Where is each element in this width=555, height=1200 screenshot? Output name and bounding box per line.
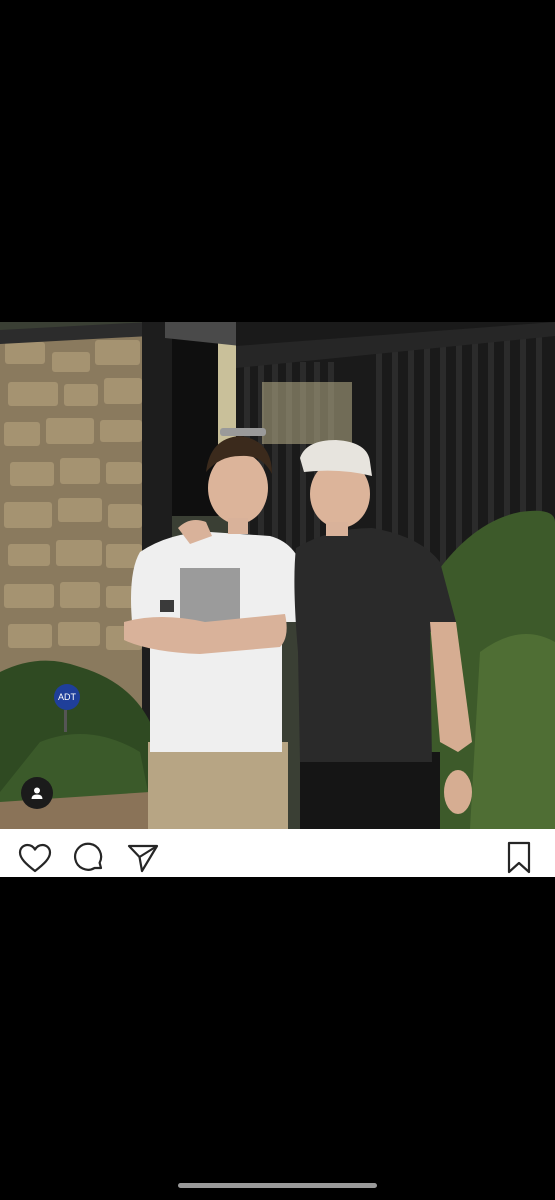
post-photo[interactable]: ADT photo xyxy=(0,322,555,829)
comment-icon-name: comment-icon xyxy=(0,0,1,1)
like-button[interactable] xyxy=(18,841,52,875)
share-button[interactable] xyxy=(126,841,160,875)
bookmark-icon xyxy=(507,841,531,874)
comment-button[interactable] xyxy=(72,841,106,875)
share-icon-name: send-icon xyxy=(0,0,1,1)
post-photo-image: ADT xyxy=(0,322,555,829)
comment-icon xyxy=(74,842,103,871)
adt-sign-text: ADT xyxy=(58,692,77,702)
send-icon xyxy=(127,844,159,873)
tag-icon-name: user-tag-icon xyxy=(0,0,1,1)
heart-icon xyxy=(18,843,52,873)
user-tag-icon[interactable] xyxy=(21,777,53,809)
post-action-bar xyxy=(0,829,555,877)
home-indicator[interactable] xyxy=(178,1183,377,1188)
save-button[interactable] xyxy=(502,841,536,875)
save-icon-name: bookmark-icon xyxy=(0,0,1,1)
like-icon-name: heart-icon xyxy=(0,0,1,1)
